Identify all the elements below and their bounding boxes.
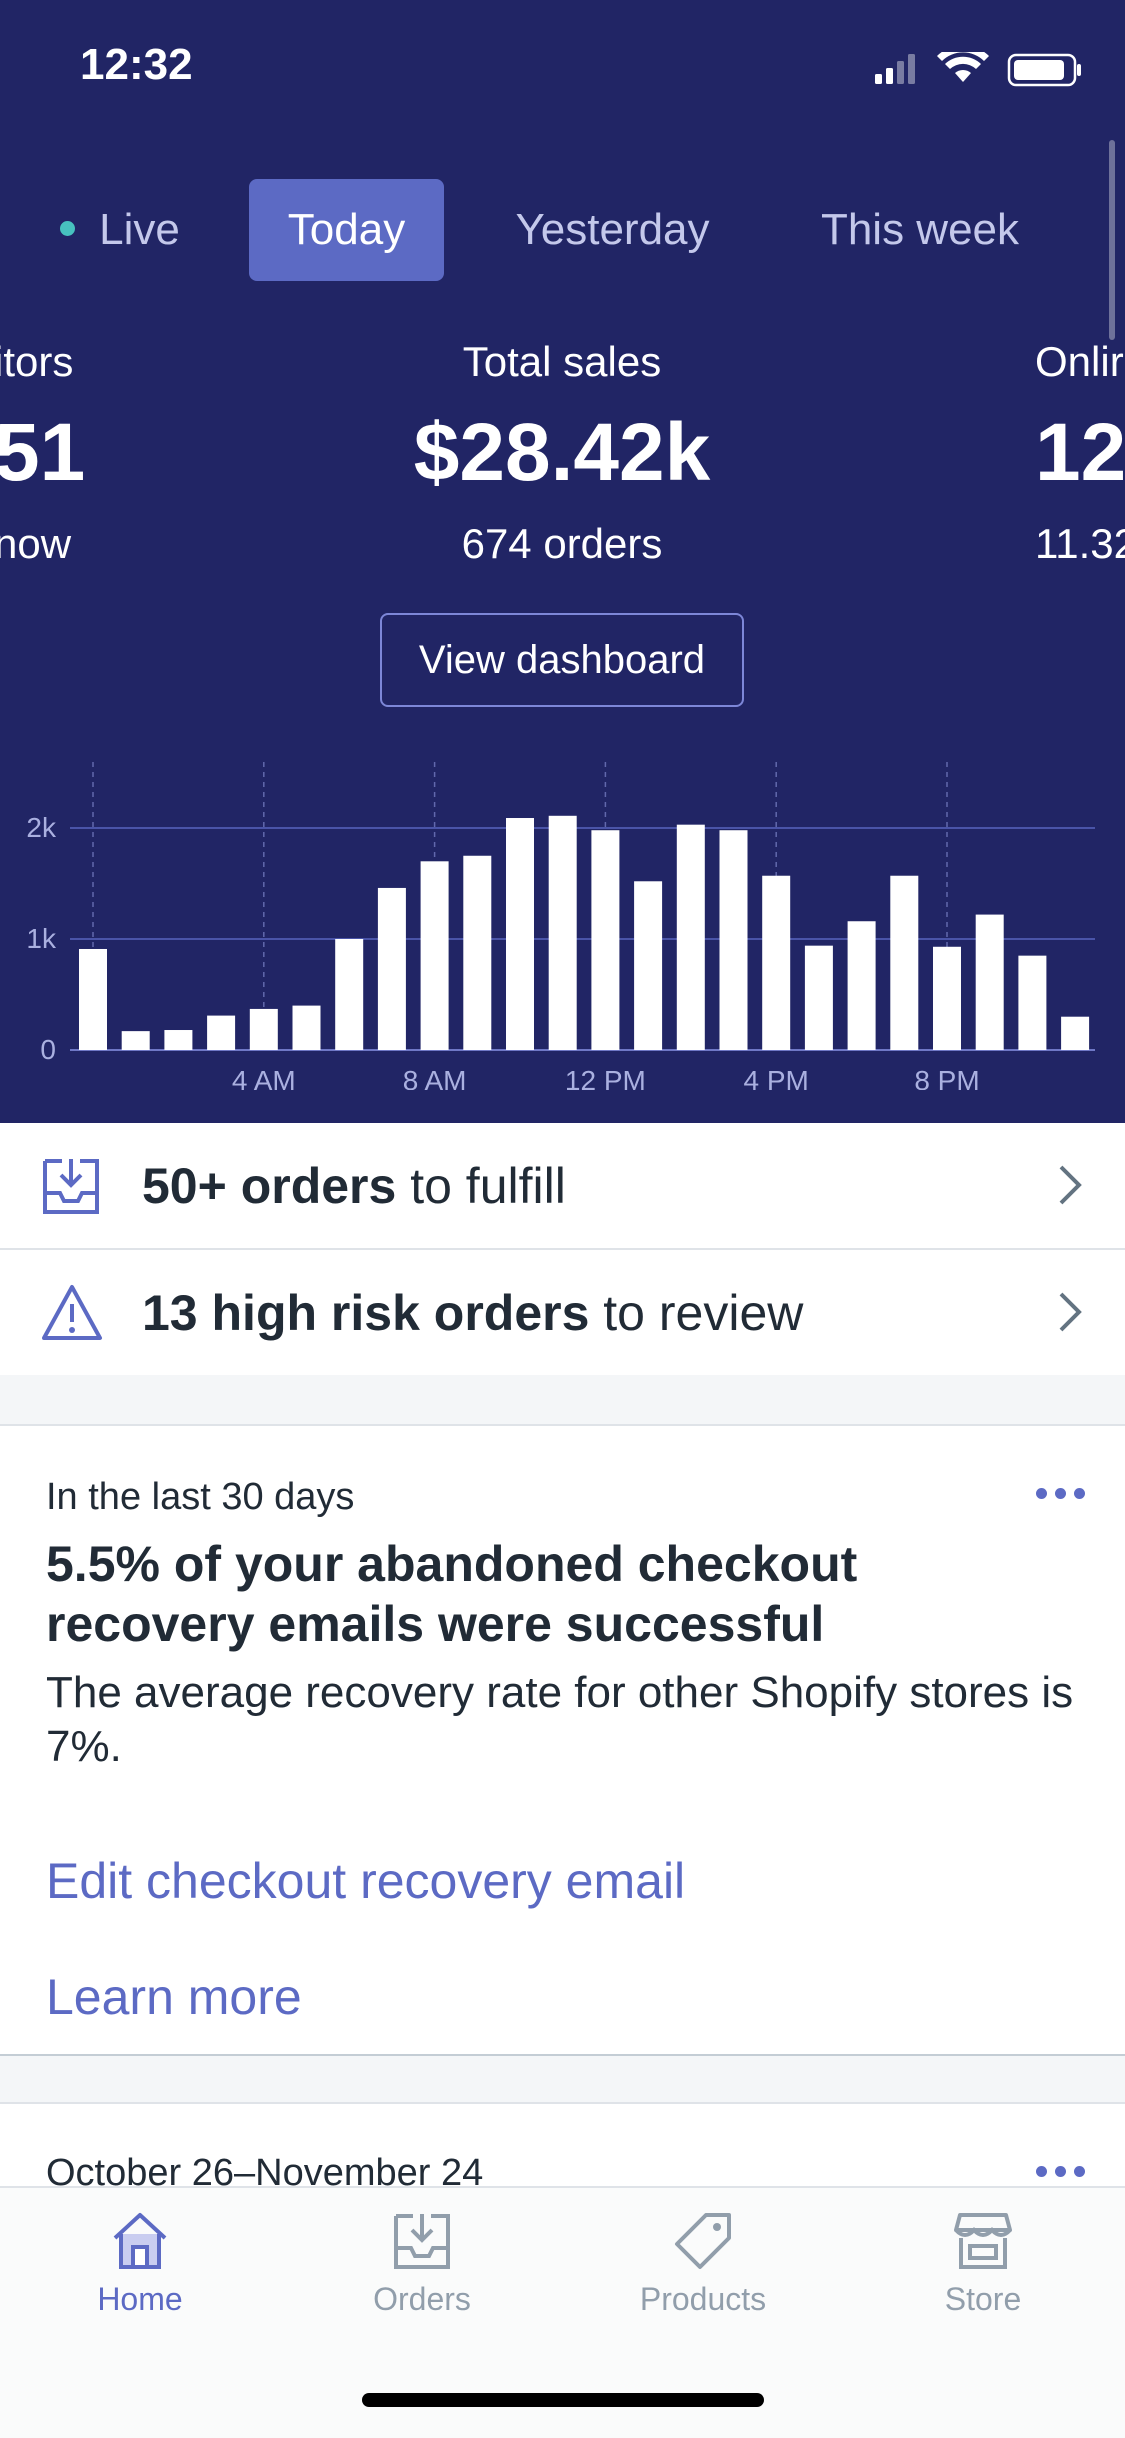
orders-to-fulfill-row[interactable]: 50+ orders to fulfill (0, 1123, 1125, 1250)
chart-bar (890, 875, 919, 1050)
tab-products[interactable]: Products (603, 2210, 803, 2318)
battery-icon (1007, 53, 1081, 87)
metric-sub: now (0, 520, 72, 567)
metric-online-partial[interactable]: Onlir 12 11.32 (1035, 338, 1125, 568)
metric-sub: 674 orders (461, 520, 663, 567)
chart-bar (719, 830, 748, 1050)
chart-bar (121, 1031, 150, 1050)
task-text: 50+ orders to fulfill (142, 1158, 566, 1214)
more-options-icon[interactable] (1028, 2164, 1085, 2182)
chart-y-tick-label: 0 (40, 1034, 56, 1065)
metric-label: Total sales (462, 338, 662, 385)
home-indicator (362, 2393, 764, 2407)
chart-bar (164, 1030, 193, 1050)
analytics-header: 12:32 Live Today Yesterday This week ito… (0, 0, 1125, 1123)
metric-value: 12 (1035, 407, 1125, 498)
card-title: 5.5% of your abandoned checkout recovery… (46, 1536, 858, 1652)
learn-more-link[interactable]: Learn more (46, 1968, 302, 2026)
view-dashboard-button[interactable]: View dashboard (380, 613, 744, 707)
chart-bar (804, 945, 833, 1050)
tab-yesterday-label: Yesterday (515, 205, 710, 254)
chevron-right-icon (1059, 1165, 1082, 1205)
chart-bar (79, 948, 107, 1050)
chart-bar (506, 818, 534, 1050)
metric-visitors-partial[interactable]: itors 51 now (0, 338, 85, 568)
status-time: 12:32 (80, 40, 193, 89)
chart-x-tick-label: 4 PM (744, 1065, 809, 1090)
wifi-icon (937, 52, 989, 82)
chart-bar (1061, 1016, 1090, 1050)
period-tabs: Live Today Yesterday This week (0, 179, 1125, 281)
signal-icon (875, 54, 915, 84)
tab-this-week-label: This week (820, 205, 1020, 254)
edit-checkout-recovery-email-link[interactable]: Edit checkout recovery email (46, 1852, 685, 1910)
high-risk-orders-row[interactable]: 13 high risk orders to review (0, 1250, 1125, 1375)
sales-bar-chart: 0 1k 2k 4 AM 8 AM 12 PM 4 PM 8 PM (26, 762, 1095, 1090)
chart-bar (335, 939, 364, 1050)
tab-orders[interactable]: Orders (322, 2210, 522, 2318)
metric-label: itors (0, 338, 74, 385)
chart-bar (377, 887, 406, 1050)
chevron-right-icon (1059, 1292, 1082, 1332)
more-options-icon[interactable] (1028, 1486, 1085, 1504)
metric-value: $28.42k (413, 407, 711, 498)
chart-bar (463, 855, 492, 1050)
tab-label: Products (639, 2281, 767, 2317)
chart-bar (591, 830, 620, 1050)
chart-bar (676, 824, 705, 1050)
chart-bar (249, 1008, 278, 1050)
chart-x-tick-label: 4 AM (232, 1065, 296, 1090)
chart-bar (1018, 955, 1047, 1050)
home-icon (113, 2213, 167, 2269)
tab-label: Store (944, 2281, 1022, 2317)
status-icons (875, 52, 1081, 87)
tab-live-label: Live (99, 205, 180, 254)
tag-icon (675, 2213, 731, 2269)
warning-triangle-icon (42, 1285, 102, 1340)
chart-x-tick-label: 12 PM (565, 1065, 646, 1090)
chart-x-tick-label: 8 PM (914, 1065, 979, 1090)
live-dot-icon (60, 220, 76, 236)
chart-bar (762, 875, 791, 1050)
tab-today-label: Today (287, 205, 406, 254)
chart-bar (975, 914, 1004, 1050)
tab-yesterday[interactable]: Yesterday (490, 179, 735, 281)
chart-y-tick-label: 2k (26, 812, 57, 843)
tab-store[interactable]: Store (883, 2210, 1083, 2318)
chart-bar (634, 881, 663, 1050)
store-icon (954, 2213, 1012, 2269)
abandoned-checkout-card: In the last 30 days 5.5% of your abandon… (0, 1424, 1125, 2056)
metric-sub: 11.32 (1035, 520, 1125, 567)
tab-today[interactable]: Today (249, 179, 444, 281)
metric-total-sales[interactable]: Total sales $28.42k 674 orders (312, 338, 812, 568)
chart-bar (847, 921, 876, 1050)
chart-bar (420, 861, 449, 1050)
chart-y-tick-label: 1k (26, 923, 57, 954)
card-body: The average recovery rate for other Shop… (46, 1668, 1074, 1771)
inbox-download-icon (43, 1159, 99, 1214)
tab-label: Home (97, 2281, 183, 2317)
metric-value: 51 (0, 407, 86, 498)
tab-live[interactable]: Live (30, 179, 210, 281)
tab-label: Orders (373, 2281, 471, 2317)
task-text: 13 high risk orders to review (142, 1285, 804, 1341)
chart-bar (292, 1005, 321, 1050)
card-eyebrow: In the last 30 days (46, 1476, 355, 1518)
chart-x-tick-label: 8 AM (403, 1065, 467, 1090)
tab-home[interactable]: Home (40, 2210, 240, 2318)
chart-bar (933, 946, 961, 1050)
orders-icon (394, 2214, 450, 2269)
chart-bar (548, 815, 577, 1050)
metric-label: Onlir (1035, 338, 1124, 385)
chart-bar (207, 1015, 236, 1050)
tab-this-week[interactable]: This week (800, 179, 1040, 281)
